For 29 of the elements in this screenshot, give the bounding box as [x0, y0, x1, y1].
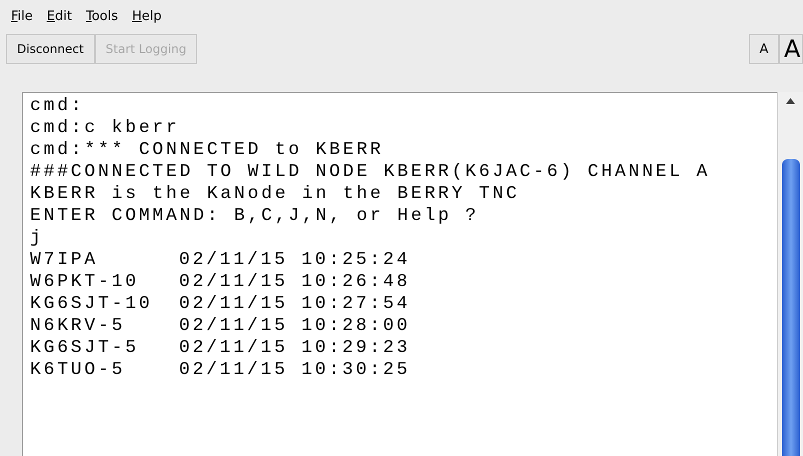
callsign: N6KRV-5 — [30, 315, 126, 337]
callsign: W6PKT-10 — [30, 271, 140, 293]
scroll-up-icon[interactable] — [786, 98, 795, 104]
terminal-line: cmd:c kberr — [30, 117, 181, 139]
timestamp: 02/11/15 10:27:54 — [179, 293, 410, 315]
timestamp: 02/11/15 10:26:48 — [179, 271, 410, 293]
terminal-line: cmd: — [30, 95, 86, 117]
toolbar-button[interactable]: Disconnect — [6, 34, 95, 64]
terminal-line: ENTER COMMAND: B,C,J,N, or Help ? — [30, 205, 480, 227]
callsign: KG6SJT-10 — [30, 293, 154, 315]
smaller-font-button[interactable]: A — [749, 34, 779, 64]
scrollbar[interactable] — [777, 92, 803, 456]
menu-item[interactable]: Edit — [40, 8, 79, 24]
menu-item[interactable]: Help — [125, 8, 169, 24]
timestamp: 02/11/15 10:29:23 — [179, 337, 410, 359]
terminal-line: cmd:*** CONNECTED to KBERR — [30, 139, 385, 161]
timestamp: 02/11/15 10:25:24 — [179, 249, 410, 271]
callsign: KG6SJT-5 — [30, 337, 140, 359]
menu-item[interactable]: Tools — [78, 8, 125, 24]
larger-font-button[interactable]: A — [779, 34, 803, 64]
callsign: K6TUO-5 — [30, 359, 126, 381]
callsign: W7IPA — [30, 249, 100, 271]
timestamp: 02/11/15 10:28:00 — [179, 315, 410, 337]
terminal-line: KBERR is the KaNode in the BERRY TNC — [30, 183, 521, 205]
menu-item[interactable]: File — [4, 8, 40, 24]
terminal-line: ###CONNECTED TO WILD NODE KBERR(K6JAC-6) CHANNEL A — [30, 161, 712, 183]
scroll-thumb[interactable] — [782, 159, 800, 456]
terminal-line: j — [30, 227, 45, 249]
timestamp: 02/11/15 10:30:25 — [179, 359, 410, 381]
